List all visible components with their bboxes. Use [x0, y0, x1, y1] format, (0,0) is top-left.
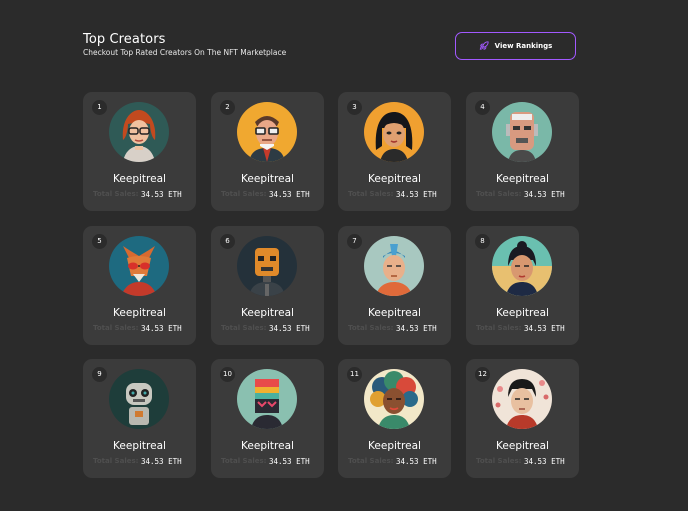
rank-badge: 2: [220, 100, 235, 115]
sales-label: Total Sales:: [93, 190, 139, 198]
creator-name: Keepitreal: [113, 440, 166, 452]
sales-value: 34.53 ETH: [269, 457, 310, 466]
total-sales: Total Sales: 34.53 ETH: [221, 190, 310, 199]
rank-badge: 9: [92, 367, 107, 382]
sales-label: Total Sales:: [93, 457, 139, 465]
creator-name: Keepitreal: [113, 307, 166, 319]
avatar: [364, 102, 424, 162]
total-sales: Total Sales: 34.53 ETH: [348, 457, 437, 466]
total-sales: Total Sales: 34.53 ETH: [476, 457, 565, 466]
avatar: [109, 369, 169, 429]
avatar: [237, 102, 297, 162]
total-sales: Total Sales: 34.53 ETH: [348, 324, 437, 333]
creator-card[interactable]: 1 Keepitreal Total Sales: 34.53 ETH: [83, 92, 196, 211]
sales-label: Total Sales:: [348, 324, 394, 332]
sales-label: Total Sales:: [348, 457, 394, 465]
sales-label: Total Sales:: [93, 324, 139, 332]
creator-card[interactable]: 11 Keepitreal Total Sales: 34.53 ETH: [338, 359, 451, 478]
total-sales: Total Sales: 34.53 ETH: [93, 457, 182, 466]
avatar: [237, 369, 297, 429]
sales-value: 34.53 ETH: [269, 190, 310, 199]
sales-label: Total Sales:: [476, 190, 522, 198]
sales-label: Total Sales:: [221, 457, 267, 465]
sales-value: 34.53 ETH: [396, 457, 437, 466]
avatar: [492, 369, 552, 429]
rank-badge: 6: [220, 234, 235, 249]
avatar: [109, 236, 169, 296]
sales-value: 34.53 ETH: [524, 324, 565, 333]
creators-grid: 1 Keepitreal Total Sales: 34.53 ETH 2 Ke…: [0, 0, 688, 511]
creator-card[interactable]: 2 Keepitreal Total Sales: 34.53 ETH: [211, 92, 324, 211]
creator-card[interactable]: 10 Keepitreal Total Sales: 34.53 ETH: [211, 359, 324, 478]
sales-value: 34.53 ETH: [396, 324, 437, 333]
creator-name: Keepitreal: [241, 173, 294, 185]
rank-badge: 7: [347, 234, 362, 249]
total-sales: Total Sales: 34.53 ETH: [476, 324, 565, 333]
rank-badge: 5: [92, 234, 107, 249]
creator-card[interactable]: 9 Keepitreal Total Sales: 34.53 ETH: [83, 359, 196, 478]
total-sales: Total Sales: 34.53 ETH: [93, 324, 182, 333]
total-sales: Total Sales: 34.53 ETH: [476, 190, 565, 199]
sales-label: Total Sales:: [221, 324, 267, 332]
rank-badge: 10: [220, 367, 235, 382]
creator-name: Keepitreal: [496, 440, 549, 452]
rank-badge: 12: [475, 367, 490, 382]
creator-card[interactable]: 4 Keepitreal Total Sales: 34.53 ETH: [466, 92, 579, 211]
sales-label: Total Sales:: [348, 190, 394, 198]
creator-name: Keepitreal: [368, 307, 421, 319]
rank-badge: 8: [475, 234, 490, 249]
creator-name: Keepitreal: [368, 440, 421, 452]
avatar: [109, 102, 169, 162]
sales-value: 34.53 ETH: [141, 457, 182, 466]
creator-card[interactable]: 6 Keepitreal Total Sales: 34.53 ETH: [211, 226, 324, 345]
creator-name: Keepitreal: [368, 173, 421, 185]
total-sales: Total Sales: 34.53 ETH: [221, 457, 310, 466]
creator-card[interactable]: 7 Keepitreal Total Sales: 34.53 ETH: [338, 226, 451, 345]
creator-name: Keepitreal: [113, 173, 166, 185]
rank-badge: 1: [92, 100, 107, 115]
rank-badge: 3: [347, 100, 362, 115]
rank-badge: 4: [475, 100, 490, 115]
sales-label: Total Sales:: [221, 190, 267, 198]
sales-value: 34.53 ETH: [141, 324, 182, 333]
sales-value: 34.53 ETH: [269, 324, 310, 333]
creator-card[interactable]: 5 Keepitreal Total Sales: 34.53 ETH: [83, 226, 196, 345]
total-sales: Total Sales: 34.53 ETH: [221, 324, 310, 333]
avatar: [364, 369, 424, 429]
creator-card[interactable]: 3 Keepitreal Total Sales: 34.53 ETH: [338, 92, 451, 211]
sales-value: 34.53 ETH: [524, 457, 565, 466]
avatar: [492, 102, 552, 162]
creator-card[interactable]: 8 Keepitreal Total Sales: 34.53 ETH: [466, 226, 579, 345]
avatar: [237, 236, 297, 296]
creator-name: Keepitreal: [496, 307, 549, 319]
avatar: [492, 236, 552, 296]
sales-value: 34.53 ETH: [396, 190, 437, 199]
creator-name: Keepitreal: [241, 307, 294, 319]
creator-name: Keepitreal: [241, 440, 294, 452]
rank-badge: 11: [347, 367, 362, 382]
avatar: [364, 236, 424, 296]
sales-label: Total Sales:: [476, 457, 522, 465]
creator-name: Keepitreal: [496, 173, 549, 185]
sales-label: Total Sales:: [476, 324, 522, 332]
total-sales: Total Sales: 34.53 ETH: [93, 190, 182, 199]
total-sales: Total Sales: 34.53 ETH: [348, 190, 437, 199]
sales-value: 34.53 ETH: [524, 190, 565, 199]
creator-card[interactable]: 12 Keepitreal Total Sales: 34.53 ETH: [466, 359, 579, 478]
sales-value: 34.53 ETH: [141, 190, 182, 199]
